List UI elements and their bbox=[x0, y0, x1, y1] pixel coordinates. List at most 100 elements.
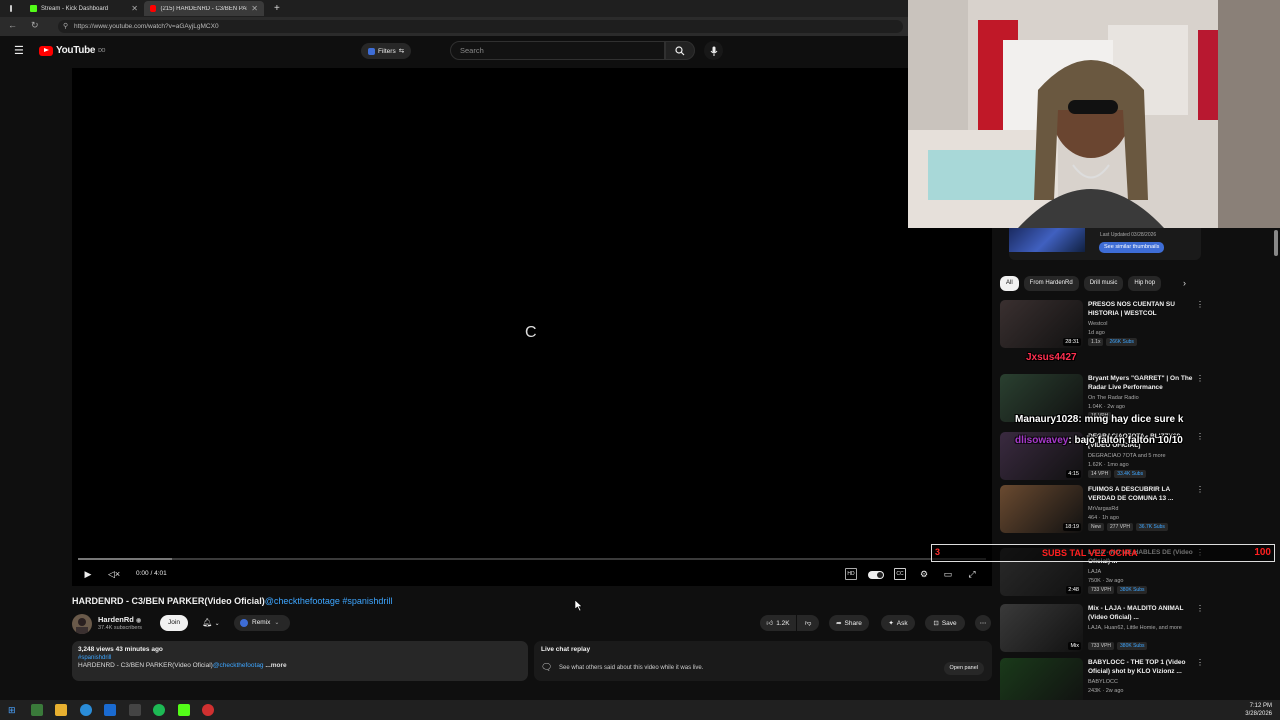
more-options-icon[interactable]: ⋮ bbox=[1196, 658, 1204, 667]
video-badge: 33.4K Subs bbox=[1114, 470, 1147, 478]
video-channel[interactable]: LAJA, Huan62, Little Homie, and more bbox=[1088, 625, 1182, 631]
video-channel[interactable]: BABYLOCC bbox=[1088, 679, 1118, 685]
fullscreen-icon[interactable]: ⤢ bbox=[966, 568, 978, 580]
youtube-logo-text: YouTube bbox=[56, 45, 96, 56]
scrollbar[interactable] bbox=[1272, 228, 1280, 700]
voice-search-button[interactable] bbox=[704, 41, 723, 60]
share-button[interactable]: ➦ Share bbox=[829, 615, 869, 631]
video-title[interactable]: FUIMOS A DESCUBRIR LA VERDAD DE COMUNA 1… bbox=[1088, 485, 1198, 504]
show-more-button[interactable]: ...more bbox=[265, 662, 286, 669]
kick-app-icon[interactable] bbox=[178, 704, 190, 716]
obs-icon[interactable] bbox=[202, 704, 214, 716]
video-duration: 18:19 bbox=[1063, 523, 1081, 531]
chip-hip-hop[interactable]: Hip hop bbox=[1128, 276, 1162, 291]
video-badge: 380K Subs bbox=[1117, 642, 1148, 650]
more-options-icon[interactable]: ⋮ bbox=[1196, 374, 1204, 383]
video-player[interactable]: C ▶ ◁× 0:00 / 4:01 HD CC ⚙ ▭ ⤢ bbox=[72, 68, 992, 586]
reload-icon[interactable]: ↻ bbox=[31, 20, 39, 31]
notification-bell-button[interactable]: 🔔︎ ⌄ bbox=[196, 615, 226, 631]
tab-kick-dashboard[interactable]: Stream - Kick Dashboard ✕ bbox=[24, 1, 144, 16]
channel-avatar[interactable] bbox=[72, 614, 92, 634]
similar-thumbnails-button[interactable]: See similar thumbnails bbox=[1099, 242, 1165, 253]
video-title[interactable]: Mix - LAJA - MALDITO ANIMAL (Video Ofici… bbox=[1088, 604, 1198, 623]
video-title[interactable]: BABYLOCC - THE TOP 1 (Video Oficial) sho… bbox=[1088, 658, 1198, 677]
channel-name[interactable]: HardenRd ◉ bbox=[98, 615, 141, 624]
like-button[interactable]: 👍︎ 1.2K bbox=[760, 615, 796, 631]
video-badges: 14 VPH 33.4K Subs bbox=[1088, 470, 1147, 478]
join-button[interactable]: Join bbox=[160, 615, 188, 631]
autoplay-toggle[interactable] bbox=[868, 568, 884, 580]
miniplayer-icon[interactable]: ▭ bbox=[942, 568, 954, 580]
remix-button[interactable]: Remix ⌄ bbox=[234, 615, 290, 631]
scrollbar-thumb[interactable] bbox=[1274, 230, 1278, 256]
url-field[interactable]: ⚲ https://www.youtube.com/watch?v=aGAyjL… bbox=[58, 20, 903, 33]
more-actions-button[interactable]: ⋯ bbox=[975, 615, 991, 631]
system-clock[interactable]: 7:12 PM 3/28/2026 bbox=[1245, 702, 1272, 719]
video-thumbnail[interactable]: 28:31 bbox=[1000, 300, 1083, 348]
dislike-button[interactable]: 👎︎ bbox=[797, 615, 819, 631]
close-tab-icon[interactable]: ✕ bbox=[131, 4, 138, 13]
sidebar-video-item[interactable]: Mix Mix - LAJA - MALDITO ANIMAL (Video Of… bbox=[1000, 604, 1204, 654]
video-thumbnail[interactable]: Mix bbox=[1000, 604, 1083, 652]
site-info-icon[interactable]: ⚲ bbox=[63, 22, 68, 30]
app-icon-terminal[interactable] bbox=[31, 704, 43, 716]
back-icon[interactable]: ← bbox=[8, 20, 17, 30]
play-button[interactable]: ▶ bbox=[82, 568, 94, 580]
tab-youtube-video[interactable]: (215) HARDENRD - C3/BEN PARK ✕ bbox=[144, 1, 264, 16]
spotify-icon[interactable] bbox=[153, 704, 165, 716]
sidebar-video-item[interactable]: BABYLOCC - THE TOP 1 (Video Oficial) sho… bbox=[1000, 658, 1204, 700]
youtube-logo[interactable]: YouTube DO bbox=[39, 45, 105, 56]
file-explorer-icon[interactable] bbox=[55, 704, 67, 716]
video-thumbnail[interactable]: 18:19 bbox=[1000, 485, 1083, 533]
more-options-icon[interactable]: ⋮ bbox=[1196, 432, 1204, 441]
new-tab-button[interactable]: + bbox=[268, 1, 282, 16]
video-channel[interactable]: DEGRACIAO 7OTA and 5 more bbox=[1088, 453, 1166, 459]
store-icon[interactable] bbox=[104, 704, 116, 716]
close-tab-icon[interactable]: ✕ bbox=[251, 4, 258, 13]
video-duration: Mix bbox=[1068, 642, 1081, 650]
subtitles-icon[interactable]: CC bbox=[894, 568, 906, 580]
browser-tab-bar: Stream - Kick Dashboard ✕ (215) HARDENRD… bbox=[0, 0, 908, 17]
thumbs-down-icon: 👎︎ bbox=[804, 620, 812, 627]
overlay-username: Jxsus4427 bbox=[1026, 352, 1077, 363]
video-title-tags[interactable]: @checkthefootage #spanishdrill bbox=[265, 596, 393, 606]
chip-from-channel[interactable]: From HardenRd bbox=[1023, 276, 1079, 291]
ask-button[interactable]: ✦ Ask bbox=[881, 615, 915, 631]
video-thumbnail[interactable] bbox=[1000, 658, 1083, 700]
chip-all[interactable]: All bbox=[1000, 276, 1019, 291]
open-panel-button[interactable]: Open panel bbox=[943, 662, 984, 675]
more-options-icon[interactable]: ⋮ bbox=[1196, 485, 1204, 494]
more-options-icon[interactable]: ⋮ bbox=[1196, 604, 1204, 613]
description-link[interactable]: @checkthefootag bbox=[213, 662, 264, 669]
search-button[interactable] bbox=[665, 41, 695, 60]
windows-start-icon[interactable]: ⊞ bbox=[8, 704, 20, 716]
filters-button[interactable]: Filters ⇆ bbox=[361, 43, 412, 59]
sidebar-video-item[interactable]: 18:19 FUIMOS A DESCUBRIR LA VERDAD DE COM… bbox=[1000, 485, 1204, 535]
save-button[interactable]: ⊡ Save bbox=[925, 615, 965, 631]
description-box[interactable]: 3,248 views 43 minutes ago #spanishdrill… bbox=[72, 641, 528, 681]
more-options-icon[interactable]: ⋮ bbox=[1196, 300, 1204, 309]
progress-bar[interactable] bbox=[78, 558, 986, 560]
edge-browser-icon[interactable] bbox=[80, 704, 92, 716]
tab-actions-icon[interactable] bbox=[4, 1, 16, 16]
goal-current: 3 bbox=[935, 547, 941, 557]
chat-bubble-icon: 🗨︎ bbox=[541, 662, 553, 672]
video-channel[interactable]: MrVargasRd bbox=[1088, 506, 1118, 512]
pen-icon[interactable] bbox=[129, 704, 141, 716]
video-channel[interactable]: LAJA bbox=[1088, 569, 1101, 575]
search-input[interactable]: Search bbox=[450, 41, 665, 60]
chip-drill-music[interactable]: Drill music bbox=[1083, 276, 1124, 291]
video-channel[interactable]: Westcol bbox=[1088, 321, 1107, 327]
youtube-header: ☰ YouTube DO Filters ⇆ Search bbox=[0, 36, 1000, 68]
mute-button[interactable]: ◁× bbox=[108, 568, 120, 580]
sidebar-video-item[interactable]: 28:31 PRESOS NOS CUENTAN SU HISTORIA | WE… bbox=[1000, 300, 1204, 350]
hd-icon[interactable]: HD bbox=[845, 568, 857, 580]
description-hashtag[interactable]: #spanishdrill bbox=[78, 655, 522, 661]
settings-icon[interactable]: ⚙ bbox=[918, 568, 930, 580]
chevron-right-icon[interactable]: › bbox=[1183, 278, 1186, 288]
menu-icon[interactable]: ☰ bbox=[14, 44, 24, 57]
video-channel[interactable]: On The Radar Radio bbox=[1088, 395, 1139, 401]
video-title-text: HARDENRD - C3/BEN PARKER(Video Oficial) bbox=[72, 596, 265, 606]
video-title[interactable]: PRESOS NOS CUENTAN SU HISTORIA | WESTCOL bbox=[1088, 300, 1198, 319]
video-title[interactable]: Bryant Myers "GARRET" | On The Radar Liv… bbox=[1088, 374, 1198, 393]
